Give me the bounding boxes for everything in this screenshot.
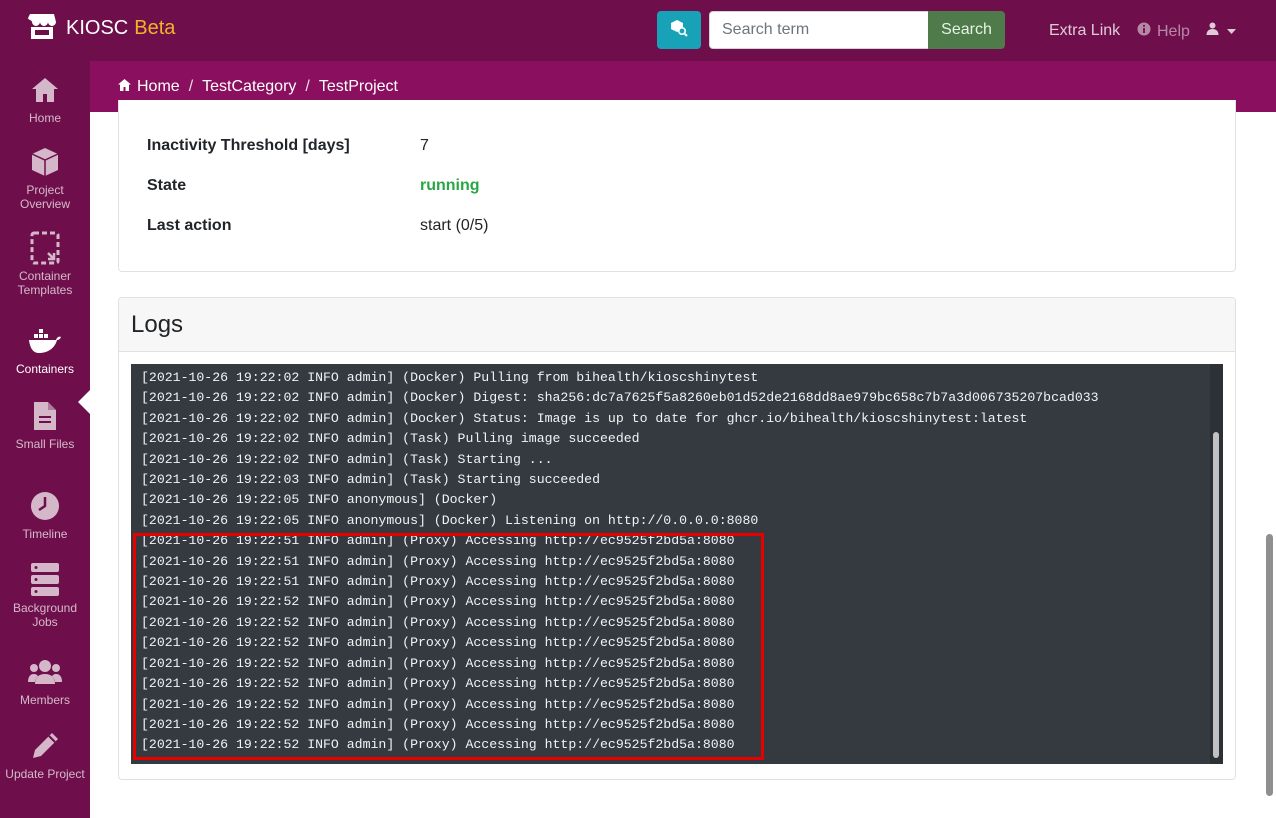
breadcrumb-home[interactable]: Home: [118, 78, 180, 96]
help-label: Help: [1157, 22, 1190, 40]
cube-icon: [31, 145, 59, 179]
sidebar-item-label: Members: [19, 693, 70, 707]
sidebar-item-timeline[interactable]: Timeline: [0, 489, 90, 541]
brand-beta: Beta: [134, 17, 176, 39]
sidebar-item-container-templates[interactable]: Container Templates: [0, 231, 90, 297]
log-scrollbar-thumb[interactable]: [1213, 432, 1219, 758]
page-scrollbar-thumb[interactable]: [1266, 534, 1273, 796]
clock-icon: [30, 489, 60, 523]
logs-card: Logs [2021-10-26 19:22:02 INFO admin] (D…: [118, 297, 1236, 780]
breadcrumb-project[interactable]: TestProject: [319, 78, 398, 96]
extra-link[interactable]: Extra Link: [1049, 22, 1120, 40]
sidebar-item-update-project[interactable]: Update Project: [0, 729, 90, 781]
search-input[interactable]: [709, 11, 929, 49]
users-icon: [28, 655, 62, 689]
search-cube-icon: [670, 19, 688, 42]
search-button[interactable]: Search: [928, 11, 1005, 49]
brand-name: KIOSC: [66, 17, 129, 39]
advanced-search-button[interactable]: [657, 11, 701, 49]
log-output[interactable]: [2021-10-26 19:22:02 INFO admin] (Docker…: [131, 364, 1223, 764]
sidebar-item-label: Update Project: [5, 767, 85, 781]
container-details-card: Inactivity Threshold [days] 7 State runn…: [118, 100, 1236, 272]
caret-down-icon: [1227, 22, 1236, 40]
top-navbar: KIOSCBeta Search Extra Link Help: [0, 0, 1276, 61]
detail-value: start (0/5): [420, 217, 489, 234]
sidebar-item-small-files[interactable]: Small Files: [0, 399, 90, 451]
pencil-icon: [30, 729, 60, 763]
detail-label: State: [147, 177, 187, 194]
sidebar-item-label: Home: [28, 111, 61, 125]
user-icon: [1206, 22, 1219, 40]
server-icon: [30, 563, 60, 597]
sidebar-item-label: Containers: [15, 362, 75, 376]
detail-label: Last action: [147, 217, 232, 234]
brand[interactable]: KIOSC Beta: [28, 12, 175, 45]
breadcrumb-separator: /: [305, 77, 310, 95]
detail-value: 7: [420, 137, 429, 154]
log-scrollbar[interactable]: [1210, 364, 1223, 764]
sidebar-item-containers[interactable]: Containers: [0, 324, 90, 376]
user-menu-toggle[interactable]: [1206, 22, 1236, 40]
sidebar-item-label: Small Files: [15, 437, 75, 451]
home-icon: [31, 73, 59, 107]
sidebar-item-project-overview[interactable]: Project Overview: [0, 145, 90, 211]
sidebar-item-background-jobs[interactable]: Background Jobs: [0, 563, 90, 629]
sidebar-item-label: Background Jobs: [12, 601, 78, 629]
sidebar-item-members[interactable]: Members: [0, 655, 90, 707]
home-icon: [118, 78, 131, 96]
state-value: running: [420, 177, 480, 194]
sidebar-item-label: Container Templates: [17, 269, 73, 297]
info-circle-icon: [1137, 22, 1151, 41]
file-icon: [33, 399, 57, 433]
sidebar: Home Project Overview Container Template…: [0, 61, 90, 818]
template-icon: [30, 231, 60, 265]
breadcrumb-separator: /: [188, 77, 194, 95]
breadcrumb-home-label: Home: [137, 77, 180, 95]
breadcrumb-category[interactable]: TestCategory: [202, 78, 296, 96]
sidebar-item-label: Timeline: [22, 527, 68, 541]
docker-icon: [28, 324, 62, 358]
highlight-box: [133, 533, 764, 760]
store-icon: [28, 12, 56, 45]
detail-label: Inactivity Threshold [days]: [147, 137, 350, 154]
help-link[interactable]: Help: [1137, 22, 1190, 41]
sidebar-item-label: Project Overview: [19, 183, 70, 211]
sidebar-item-home[interactable]: Home: [0, 73, 90, 125]
logs-title: Logs: [119, 298, 1235, 352]
